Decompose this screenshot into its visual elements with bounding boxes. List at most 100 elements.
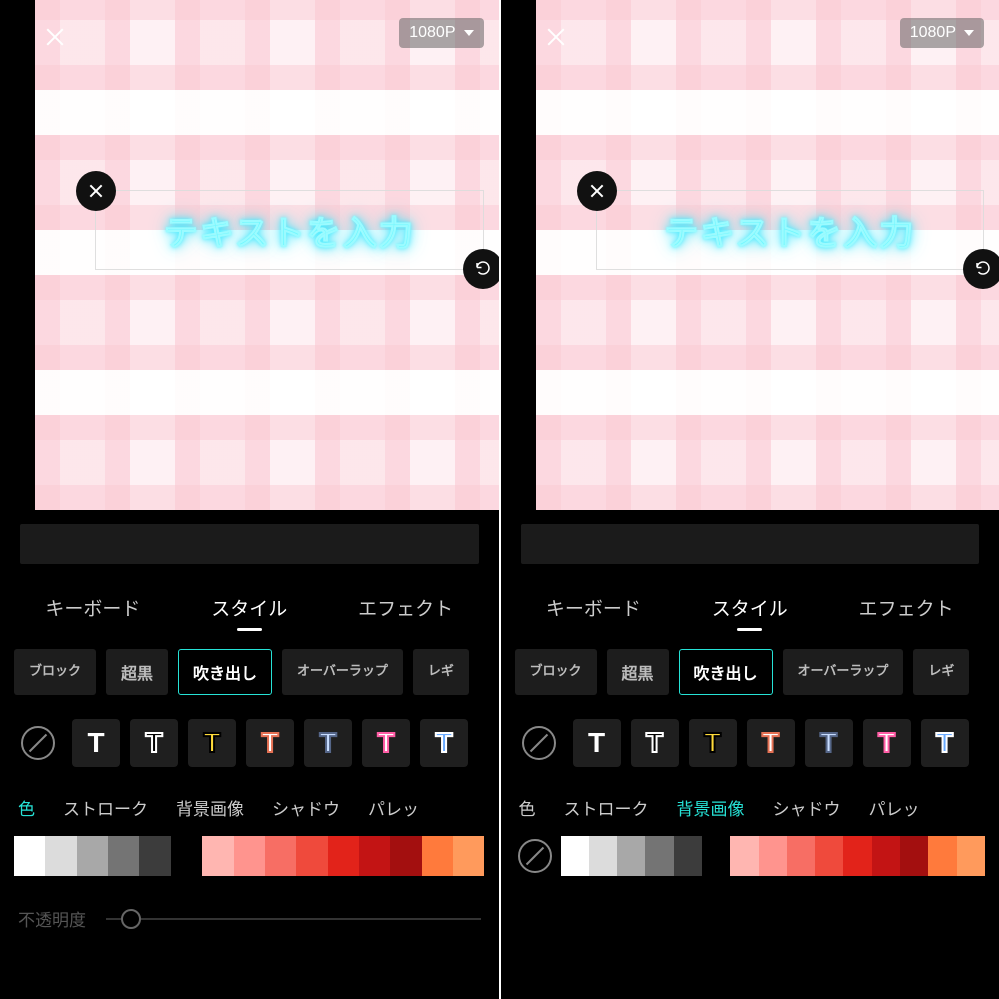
text-content[interactable]: テキストを入力 xyxy=(664,206,915,255)
canvas[interactable]: テキストを入力 xyxy=(536,0,999,510)
font-chip-selected[interactable]: 吹き出し xyxy=(679,649,773,695)
tab-effect[interactable]: エフェクト xyxy=(354,594,457,621)
palette-color[interactable] xyxy=(957,836,985,876)
subtab-stroke[interactable]: ストローク xyxy=(564,795,649,820)
style-none[interactable] xyxy=(14,719,62,767)
text-input-bar[interactable] xyxy=(521,524,980,564)
font-chips[interactable]: ブロック 超黒 吹き出し オーバーラップ レギ xyxy=(0,631,499,695)
palette-color[interactable] xyxy=(759,836,787,876)
palette-color[interactable] xyxy=(328,836,359,876)
subtab-palette[interactable]: パレッ xyxy=(368,795,419,820)
palette-color[interactable] xyxy=(422,836,453,876)
font-chip[interactable]: オーバーラップ xyxy=(783,649,904,695)
style-bluefill[interactable]: T xyxy=(921,719,969,767)
subtab-shadow[interactable]: シャドウ xyxy=(773,795,841,820)
style-pink[interactable]: T xyxy=(362,719,410,767)
palette-none[interactable] xyxy=(515,836,555,876)
subtab-palette[interactable]: パレッ xyxy=(869,795,920,820)
font-chip[interactable]: オーバーラップ xyxy=(282,649,403,695)
palette-color[interactable] xyxy=(872,836,900,876)
tab-effect[interactable]: エフェクト xyxy=(855,594,958,621)
tab-keyboard[interactable]: キーボード xyxy=(542,594,645,621)
text-style-row: T T T T T T T xyxy=(0,695,499,767)
opacity-slider[interactable] xyxy=(106,918,481,920)
text-input-bar[interactable] xyxy=(20,524,479,564)
palette-color[interactable] xyxy=(589,836,617,876)
palette-color[interactable] xyxy=(202,836,233,876)
tab-keyboard[interactable]: キーボード xyxy=(41,594,144,621)
palette-color[interactable] xyxy=(108,836,139,876)
text-content[interactable]: テキストを入力 xyxy=(164,206,415,255)
style-subtabs: 色 ストローク 背景画像 シャドウ パレッ xyxy=(0,767,499,830)
style-pink[interactable]: T xyxy=(863,719,911,767)
font-chip-selected[interactable]: 吹き出し xyxy=(178,649,272,695)
palette-color[interactable] xyxy=(139,836,170,876)
style-none[interactable] xyxy=(515,719,563,767)
subtab-color[interactable]: 色 xyxy=(18,795,35,820)
style-white[interactable]: T xyxy=(72,719,120,767)
palette-color[interactable] xyxy=(645,836,673,876)
palette-color[interactable] xyxy=(14,836,45,876)
subtab-stroke[interactable]: ストローク xyxy=(63,795,148,820)
rotate-icon xyxy=(974,260,992,278)
subtab-bgimage[interactable]: 背景画像 xyxy=(176,795,244,820)
style-outline[interactable]: T xyxy=(631,719,679,767)
palette-color[interactable] xyxy=(787,836,815,876)
font-chip[interactable]: レギ xyxy=(413,649,469,695)
palette-color[interactable] xyxy=(730,836,758,876)
close-button[interactable] xyxy=(40,22,70,52)
rotate-handle[interactable] xyxy=(463,249,499,289)
style-white[interactable]: T xyxy=(573,719,621,767)
palette-color[interactable] xyxy=(359,836,390,876)
delete-text-button[interactable] xyxy=(577,171,617,211)
canvas[interactable]: テキストを入力 xyxy=(35,0,499,510)
style-blue[interactable]: T xyxy=(304,719,352,767)
font-chip[interactable]: レギ xyxy=(913,649,969,695)
editor-panel-left: テキストを入力 1080P キーボード スタイル エフェクト ブロック 超黒 吹… xyxy=(0,0,499,999)
palette-color[interactable] xyxy=(77,836,108,876)
tab-style[interactable]: スタイル xyxy=(207,594,291,621)
slider-thumb[interactable] xyxy=(121,909,141,929)
delete-text-button[interactable] xyxy=(76,171,116,211)
palette-color[interactable] xyxy=(928,836,956,876)
palette-color[interactable] xyxy=(617,836,645,876)
subtab-color[interactable]: 色 xyxy=(519,795,536,820)
subtab-bgimage[interactable]: 背景画像 xyxy=(677,795,745,820)
font-chip[interactable]: ブロック xyxy=(14,649,96,695)
palette-color[interactable] xyxy=(815,836,843,876)
tab-style[interactable]: スタイル xyxy=(708,594,792,621)
palette-color[interactable] xyxy=(265,836,296,876)
rotate-handle[interactable] xyxy=(963,249,999,289)
palette-color[interactable] xyxy=(561,836,589,876)
palette-color[interactable] xyxy=(45,836,76,876)
style-yellow[interactable]: T xyxy=(689,719,737,767)
palette-color[interactable] xyxy=(674,836,702,876)
font-chip[interactable]: ブロック xyxy=(515,649,597,695)
subtab-shadow[interactable]: シャドウ xyxy=(272,795,340,820)
font-chip[interactable]: 超黒 xyxy=(106,649,168,695)
palette-strip[interactable] xyxy=(14,836,485,876)
resolution-dropdown[interactable]: 1080P xyxy=(900,18,984,48)
style-yellow[interactable]: T xyxy=(188,719,236,767)
style-salmon[interactable]: T xyxy=(246,719,294,767)
style-outline[interactable]: T xyxy=(130,719,178,767)
palette-color[interactable] xyxy=(843,836,871,876)
text-element[interactable]: テキストを入力 xyxy=(95,190,484,270)
palette-strip[interactable] xyxy=(561,836,986,876)
palette-color[interactable] xyxy=(453,836,484,876)
palette-color[interactable] xyxy=(702,836,730,876)
palette-color[interactable] xyxy=(296,836,327,876)
resolution-dropdown[interactable]: 1080P xyxy=(399,18,483,48)
palette-color[interactable] xyxy=(171,836,202,876)
color-palette xyxy=(515,836,986,876)
style-bluefill[interactable]: T xyxy=(420,719,468,767)
palette-color[interactable] xyxy=(234,836,265,876)
close-button[interactable] xyxy=(541,22,571,52)
palette-color[interactable] xyxy=(390,836,421,876)
style-blue[interactable]: T xyxy=(805,719,853,767)
text-element[interactable]: テキストを入力 xyxy=(596,190,985,270)
font-chip[interactable]: 超黒 xyxy=(607,649,669,695)
style-salmon[interactable]: T xyxy=(747,719,795,767)
palette-color[interactable] xyxy=(900,836,928,876)
font-chips[interactable]: ブロック 超黒 吹き出し オーバーラップ レギ xyxy=(501,631,999,695)
